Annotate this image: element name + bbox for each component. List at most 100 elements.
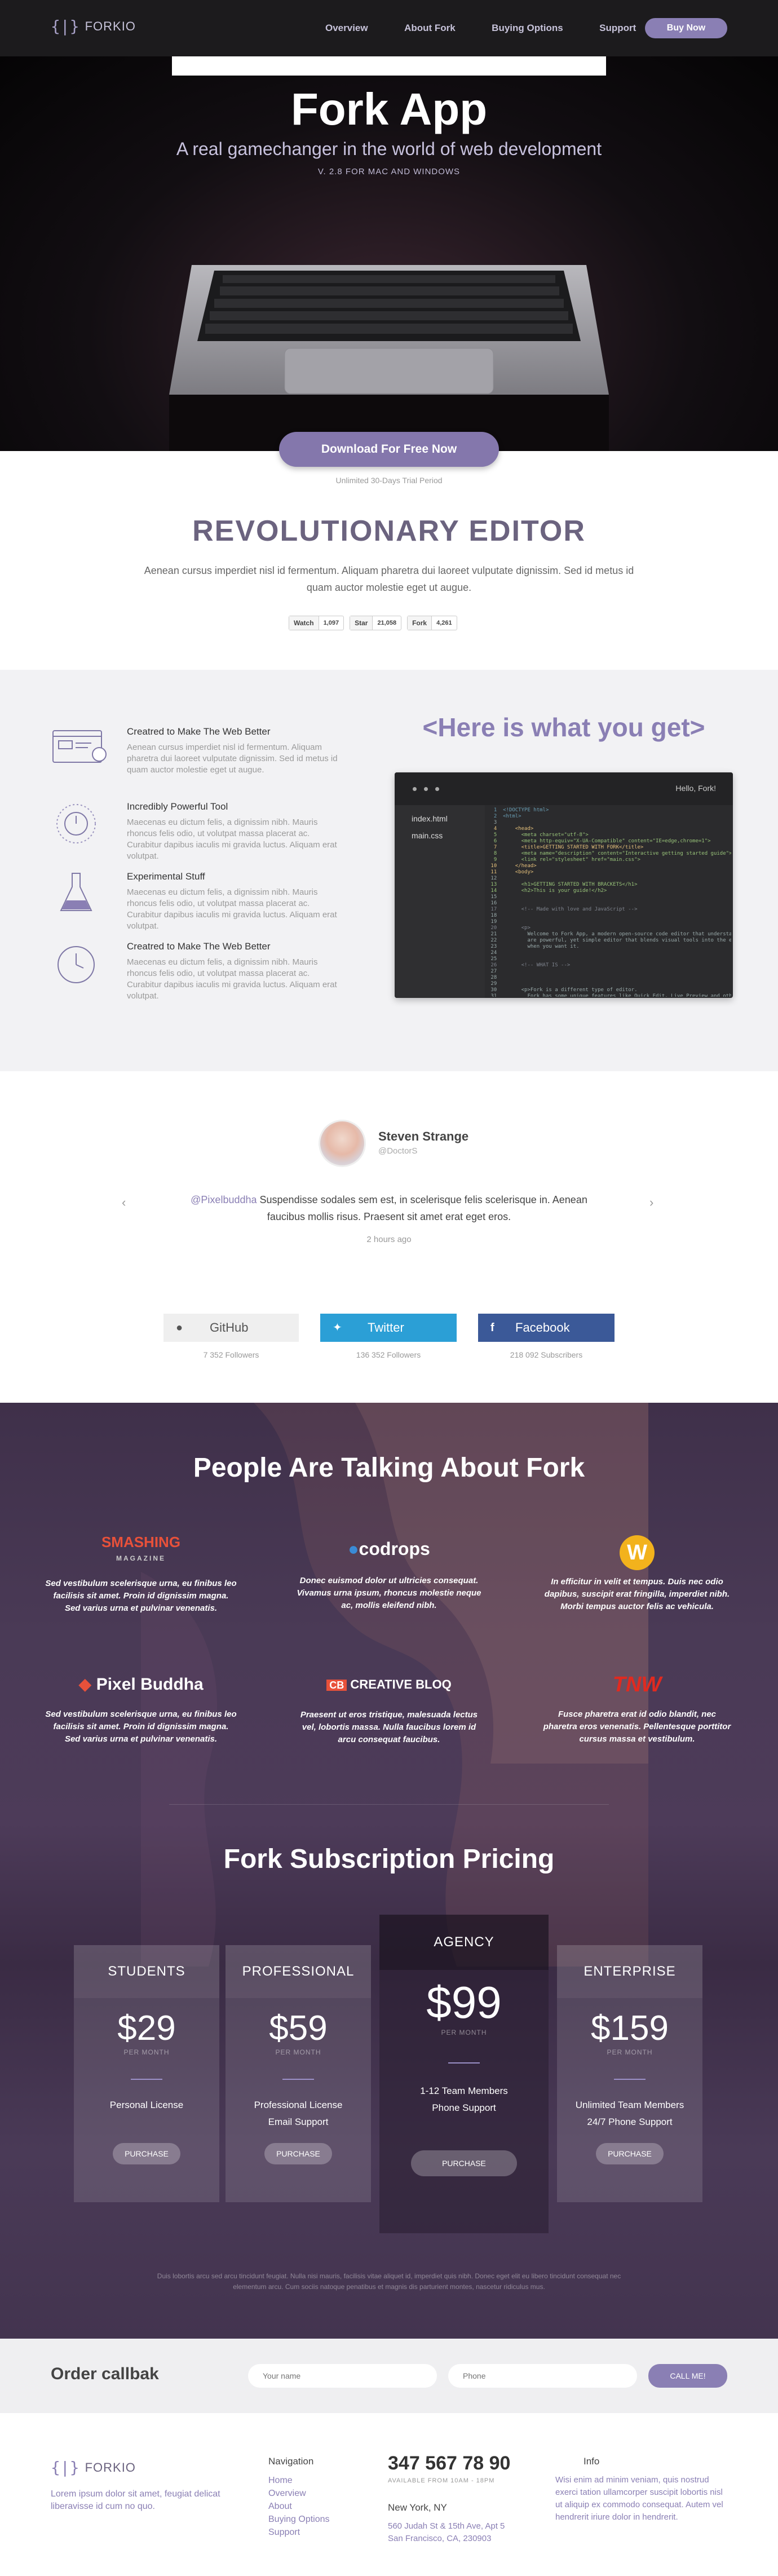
plan-feature: Professional License <box>254 2100 343 2110</box>
hero-title: Fork App <box>290 84 488 134</box>
features-list: Creatred to Make The Web Better Aenean c… <box>51 726 344 1011</box>
plan-name: ENTERPRISE <box>557 1945 702 1998</box>
call-me-button[interactable]: CALL ME! <box>648 2364 727 2388</box>
footer-address: 560 Judah St & 15th Ave, Apt 5 San Franc… <box>388 2521 505 2543</box>
footer-hours: AVAILABLE FROM 10AM - 18PM <box>388 2477 495 2484</box>
plan-name: PROFESSIONAL <box>226 1945 371 1998</box>
file-tree: index.html main.css <box>395 805 485 998</box>
footer-link-buying[interactable]: Buying Options <box>268 2513 330 2526</box>
plan-card-students: STUDENTS $29 PER MONTH Personal License … <box>74 1945 219 2202</box>
footer: {|} FORKIO Lorem ipsum dolor sit amet, f… <box>0 2413 778 2576</box>
nav-link-support[interactable]: Support <box>599 23 636 33</box>
footer-phone[interactable]: 347 567 78 90 <box>388 2453 510 2475</box>
editor-titlebar: Hello, Fork! <box>395 772 733 805</box>
footer-nav-title: Navigation <box>268 2456 314 2467</box>
nav-link-overview[interactable]: Overview <box>325 23 368 33</box>
w-logo: W <box>620 1535 655 1570</box>
press-quote: Sed vestibulum scelerisque urna, eu fini… <box>45 1709 237 1744</box>
laptop-image <box>169 265 609 451</box>
file-item[interactable]: index.html <box>395 805 485 823</box>
purchase-button[interactable]: PURCHASE <box>411 2150 517 2176</box>
code-area: 1 <!DOCTYPE html> 2 <html> 3 4 <head> 5 … <box>488 807 731 997</box>
codrops-logo: ●codrops <box>348 1539 430 1559</box>
social-label: Twitter <box>368 1320 404 1335</box>
github-button[interactable]: ● GitHub <box>163 1314 299 1342</box>
feature-text: Maecenas eu dictum felis, a dignissim ni… <box>127 957 337 1001</box>
press-item: SMASHING MAGAZINE Sed vestibulum sceleris… <box>45 1535 237 1615</box>
twitter-followers: 136 352 Followers <box>356 1350 421 1359</box>
facebook-button[interactable]: f Facebook <box>478 1314 615 1342</box>
footer-info-title: Info <box>584 2456 600 2467</box>
nav-link-about[interactable]: About Fork <box>404 23 456 33</box>
footer-link-overview[interactable]: Overview <box>268 2487 330 2500</box>
plan-feature: Unlimited Team Members <box>575 2100 684 2110</box>
plan-period: PER MONTH <box>607 2048 653 2056</box>
testimonial-time: 2 hours ago <box>366 1235 412 1244</box>
editor-text: Aenean cursus imperdiet nisl id fermentu… <box>144 565 634 593</box>
plan-price: $29 <box>117 2009 176 2048</box>
window-dot[interactable] <box>435 787 439 791</box>
feature-item: Creatred to Make The Web Better Aenean c… <box>51 726 344 801</box>
pricing-heading: Fork Subscription Pricing <box>223 1844 555 1874</box>
nav-link-buying[interactable]: Buying Options <box>492 23 563 33</box>
plan-card-enterprise: ENTERPRISE $159 PER MONTH Unlimited Team… <box>557 1945 702 2202</box>
avatar <box>319 1120 366 1167</box>
gh-watch-button[interactable]: Watch 1,097 <box>289 616 344 630</box>
footer-logo[interactable]: {|} FORKIO <box>51 2458 136 2477</box>
brackets-icon: {|} <box>51 17 79 36</box>
feature-item: Experimental Stuff Maecenas eu dictum fe… <box>51 871 344 941</box>
browser-magnifier-icon <box>52 730 107 763</box>
logo[interactable]: {|} FORKIO <box>51 17 136 36</box>
flask-icon <box>60 873 92 911</box>
divider <box>169 1804 609 1805</box>
tnw-logo: TNW <box>612 1673 662 1696</box>
gh-star-button[interactable]: Star 21,058 <box>350 616 402 630</box>
pricing-fineprint: Duis lobortis arcu sed arcu tincidunt fe… <box>157 2272 621 2291</box>
plan-price: $59 <box>269 2009 328 2048</box>
purchase-button[interactable]: PURCHASE <box>113 2143 180 2164</box>
brackets-icon: {|} <box>51 2458 79 2477</box>
feature-title: Creatred to Make The Web Better <box>127 726 271 737</box>
next-arrow-icon[interactable]: › <box>649 1195 653 1210</box>
name-input[interactable] <box>248 2364 437 2388</box>
footer-link-home[interactable]: Home <box>268 2474 330 2487</box>
hero-subtitle: A real gamechanger in the world of web d… <box>176 139 602 159</box>
footer-info: Wisi enim ad minim veniam, quis nostrud … <box>555 2475 723 2522</box>
file-item[interactable]: main.css <box>395 823 485 840</box>
testimonial-mention[interactable]: @Pixelbuddha <box>191 1194 257 1205</box>
pixel-buddha-logo: ◆ Pixel Buddha <box>78 1675 204 1694</box>
editor-window-title: Hello, Fork! <box>675 784 716 793</box>
footer-city: New York, NY <box>388 2502 447 2513</box>
trial-note: Unlimited 30-Days Trial Period <box>335 476 443 485</box>
purchase-button[interactable]: PURCHASE <box>264 2143 332 2164</box>
window-dot[interactable] <box>424 787 428 791</box>
feature-item: Creatred to Make The Web Better Maecenas… <box>51 941 344 1011</box>
press-item: ◆ Pixel Buddha Sed vestibulum scelerisqu… <box>45 1673 237 1746</box>
purchase-button[interactable]: PURCHASE <box>596 2143 664 2164</box>
feature-text: Maecenas eu dictum felis, a dignissim ni… <box>127 818 337 861</box>
github-followers: 7 352 Followers <box>203 1350 259 1359</box>
footer-link-support[interactable]: Support <box>268 2526 330 2539</box>
callback-title: Order callbak <box>51 2365 159 2383</box>
window-dot[interactable] <box>413 787 417 791</box>
feature-title: Experimental Stuff <box>127 871 205 882</box>
plan-divider <box>282 2079 314 2080</box>
twitter-button[interactable]: ✦ Twitter <box>320 1314 457 1342</box>
creative-bloq-logo: CB CREATIVE BLOQ <box>293 1673 485 1696</box>
phone-input[interactable] <box>448 2364 637 2388</box>
download-button[interactable]: Download For Free Now <box>279 432 499 467</box>
footer-link-about[interactable]: About <box>268 2500 330 2513</box>
plan-feature: Email Support <box>268 2117 329 2127</box>
prev-arrow-icon[interactable]: ‹ <box>122 1195 126 1210</box>
press-quote: Donec euismod dolor ut ultricies consequ… <box>297 1576 481 1610</box>
gh-fork-button[interactable]: Fork 4,261 <box>407 616 457 630</box>
plan-divider <box>131 2079 162 2080</box>
plan-price: $159 <box>591 2009 669 2048</box>
feature-text: Maecenas eu dictum felis, a dignissim ni… <box>127 887 337 931</box>
facebook-followers: 218 092 Subscribers <box>510 1350 583 1359</box>
buy-now-button[interactable]: Buy Now <box>645 18 727 38</box>
top-nav: {|} FORKIO Overview About Fork Buying Op… <box>0 0 778 56</box>
footer-logo-text: FORKIO <box>85 2460 136 2475</box>
testimonial-handle: @DoctorS <box>378 1146 418 1156</box>
plan-period: PER MONTH <box>275 2048 321 2056</box>
